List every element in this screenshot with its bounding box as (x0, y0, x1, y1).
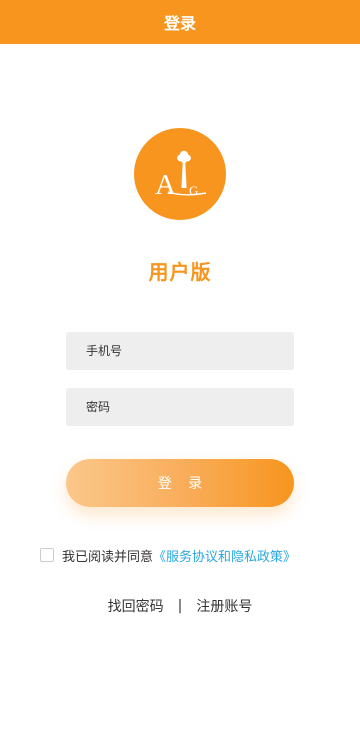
agreement-link[interactable]: 《服务协议和隐私政策》 (153, 546, 296, 565)
account-links: 找回密码 | 注册账号 (0, 596, 360, 616)
agreement-row: 我已阅读并同意 《服务协议和隐私政策》 (40, 546, 296, 565)
app-version-label: 用户版 (148, 260, 212, 284)
agreement-checkbox[interactable] (40, 548, 54, 562)
login-button[interactable]: 登 录 (66, 459, 294, 507)
password-field[interactable] (66, 388, 294, 426)
forgot-password-link[interactable]: 找回密码 (108, 596, 164, 616)
phone-field[interactable] (66, 332, 294, 370)
page-title: 登录 (163, 14, 196, 33)
password-input[interactable] (86, 388, 294, 426)
link-separator: | (177, 598, 183, 614)
login-page: 登录 A G 用户版 登 录 我已阅读并同意 《服务协议和隐私政策》 (0, 0, 360, 740)
tree-logo-icon: A G (155, 150, 207, 201)
logo-letter-a: A (155, 169, 176, 201)
login-button-label: 登 录 (157, 476, 209, 492)
agreement-text: 我已阅读并同意 (62, 549, 154, 565)
phone-input[interactable] (86, 332, 294, 370)
register-link[interactable]: 注册账号 (196, 596, 252, 616)
app-logo: A G (134, 128, 226, 220)
header-bar: 登录 (0, 0, 360, 44)
logo-letter-g: G (189, 183, 198, 198)
